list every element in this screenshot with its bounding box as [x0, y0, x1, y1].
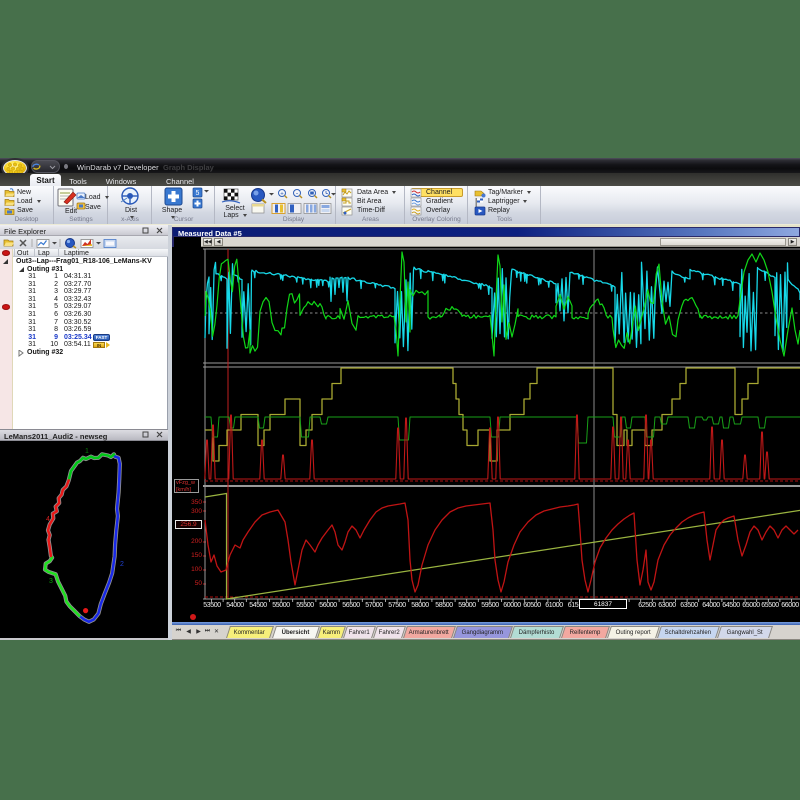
svg-text:4: 4: [46, 516, 50, 523]
svg-text:5: 5: [196, 190, 200, 197]
svg-text:1: 1: [85, 448, 89, 455]
svg-text:2: 2: [120, 561, 124, 568]
svg-text:+: +: [280, 191, 284, 197]
svg-text:3: 3: [49, 578, 53, 585]
